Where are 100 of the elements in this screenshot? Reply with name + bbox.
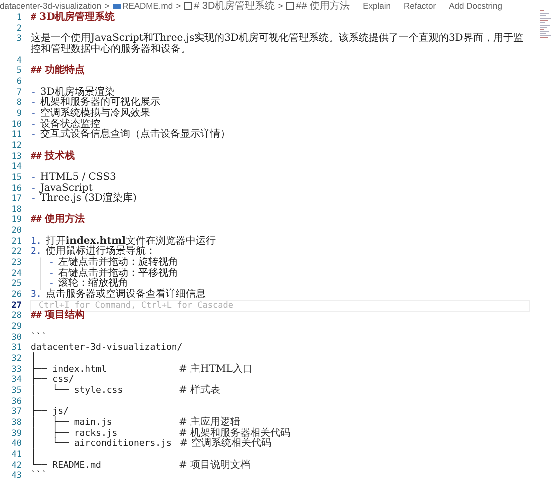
code-comment: # 样式表 bbox=[179, 384, 221, 396]
line-number: 33 bbox=[10, 364, 22, 376]
line-number: 12 bbox=[10, 140, 22, 152]
code-text: │ ├── main.js bbox=[31, 418, 114, 428]
list-marker: - bbox=[31, 194, 36, 204]
action-link[interactable]: Refactor bbox=[404, 1, 436, 11]
list-marker: - bbox=[31, 98, 36, 108]
heading-text: 技术栈 bbox=[45, 150, 76, 162]
minimap-drawing bbox=[540, 10, 552, 40]
code-text: ``` bbox=[31, 471, 48, 482]
line-number: 8 bbox=[16, 98, 22, 109]
code-text: ├── js/ bbox=[31, 407, 70, 418]
breadcrumb-separator: > bbox=[176, 1, 182, 11]
line-number: 9 bbox=[16, 108, 22, 120]
line-number: 13 bbox=[10, 152, 22, 162]
heading-marker: ## bbox=[31, 66, 42, 76]
breadcrumb-item[interactable]: # 3D机房管理系统 bbox=[184, 0, 276, 13]
line-number: 37 bbox=[10, 407, 22, 418]
line-number: 2 bbox=[16, 24, 22, 34]
line-number: 27 bbox=[10, 300, 22, 312]
code-text: │ └── airconditioners.js bbox=[31, 439, 172, 450]
breadcrumb-item[interactable]: ## 使用方法 bbox=[286, 0, 350, 13]
line-number: 19 bbox=[10, 215, 22, 226]
list-marker: 2. bbox=[31, 247, 42, 258]
line-number: 29 bbox=[10, 322, 22, 333]
code-text: ├── index.html bbox=[31, 364, 108, 375]
code-text: └── README.md bbox=[31, 460, 102, 471]
code-comment: # 主HTML入口 bbox=[179, 364, 253, 375]
line-number: 42 bbox=[10, 460, 22, 472]
line-number: 43 bbox=[10, 471, 22, 482]
code-text: │ bbox=[31, 396, 36, 407]
list-item-text: 点击服务器或空调设备查看详细信息 bbox=[46, 289, 206, 300]
line-number: 41 bbox=[10, 450, 22, 461]
line-number: 32 bbox=[10, 354, 22, 365]
line-number: 31 bbox=[10, 343, 22, 354]
code-text: ``` bbox=[31, 332, 48, 343]
paragraph-text: 这是一个使用JavaScript和Three.js实现的3D机房可视化管理系统。该系统提供了一个直观的3D界面，用于监控和管理数据中心的服务器和设备。 bbox=[31, 33, 524, 55]
breadcrumb-item[interactable]: datacenter-3d-visualization bbox=[0, 1, 102, 11]
list-marker: - bbox=[31, 130, 36, 140]
symbol-icon bbox=[184, 2, 192, 10]
list-marker: - bbox=[49, 268, 54, 279]
code-comment: # 项目说明文档 bbox=[179, 460, 251, 471]
list-item-text: 空调系统模拟与冷风效果 bbox=[40, 108, 150, 119]
code-text: │ └── style.css bbox=[31, 386, 124, 396]
list-marker: - bbox=[49, 258, 54, 268]
list-item-text: Three.js (3D渲染库) bbox=[40, 193, 137, 204]
action-link[interactable]: Explain bbox=[363, 1, 391, 11]
code-comment: # 机架和服务器相关代码 bbox=[179, 428, 291, 439]
shortcut-hint: Ctrl+I for Command, Ctrl+L for Cascade bbox=[39, 300, 234, 311]
list-item-text: 右键点击并拖动：平移视角 bbox=[58, 268, 178, 279]
list-marker: 3. bbox=[31, 290, 42, 300]
line-number: 38 bbox=[10, 418, 22, 429]
code-comment: # 主应用逻辑 bbox=[179, 416, 241, 428]
list-marker: - bbox=[31, 108, 36, 119]
heading-marker: # bbox=[31, 13, 36, 23]
line-number: 28 bbox=[10, 311, 22, 322]
line-number: 5 bbox=[16, 66, 22, 77]
code-text: │ ├── racks.js bbox=[31, 428, 119, 439]
list-item-text: 机架和服务器的可视化展示 bbox=[40, 97, 160, 108]
list-item-text: 滚轮：缩放视角 bbox=[58, 278, 128, 290]
breadcrumb-separator: > bbox=[104, 1, 110, 11]
line-number: 34 bbox=[10, 375, 22, 386]
line-number: 23 bbox=[10, 258, 22, 269]
line-number: 39 bbox=[10, 428, 22, 440]
list-marker: - bbox=[49, 279, 54, 290]
line-number: 10 bbox=[10, 120, 22, 130]
line-number: 24 bbox=[10, 268, 22, 280]
list-item-text: JavaScript bbox=[40, 182, 93, 194]
list-marker: - bbox=[31, 172, 36, 183]
line-number: 21 bbox=[10, 236, 22, 248]
line-number: 14 bbox=[10, 162, 22, 173]
line-number: 3 bbox=[16, 34, 22, 46]
action-link[interactable]: Add Docstring bbox=[449, 1, 502, 11]
breadcrumb-item[interactable]: README.md bbox=[112, 1, 174, 11]
heading-text: 功能特点 bbox=[45, 65, 86, 76]
code-text: │ bbox=[31, 450, 36, 460]
line-number: 40 bbox=[10, 439, 22, 450]
heading-marker: ## bbox=[31, 215, 42, 226]
line-number: 35 bbox=[10, 386, 22, 397]
line-number: 30 bbox=[10, 332, 22, 344]
line-number: 15 bbox=[10, 172, 22, 184]
code-comment: # 空调系统相关代码 bbox=[180, 438, 272, 450]
line-number: 4 bbox=[16, 56, 22, 66]
line-number: 6 bbox=[16, 76, 22, 88]
list-item-text: 左键点击并拖动：旋转视角 bbox=[58, 257, 178, 268]
line-number: 26 bbox=[10, 290, 22, 301]
code-text: │ bbox=[31, 354, 36, 364]
line-number: 25 bbox=[10, 279, 22, 290]
line-number: 7 bbox=[16, 88, 22, 98]
line-number: 1 bbox=[16, 13, 22, 24]
breadcrumb-separator: > bbox=[278, 1, 284, 11]
code-text: ├── css/ bbox=[31, 375, 76, 386]
line-number: 18 bbox=[10, 204, 22, 216]
list-item-text: 交互式设备信息查询（点击设备显示详情） bbox=[40, 129, 230, 140]
line-number: 20 bbox=[10, 226, 22, 237]
list-item-text: 3D机房场景渲染 bbox=[40, 86, 115, 98]
line-number: 17 bbox=[10, 194, 22, 205]
list-marker: - bbox=[31, 88, 36, 98]
heading-marker: ## bbox=[31, 311, 42, 322]
code-text: datacenter-3d-visualization/ bbox=[31, 343, 183, 354]
